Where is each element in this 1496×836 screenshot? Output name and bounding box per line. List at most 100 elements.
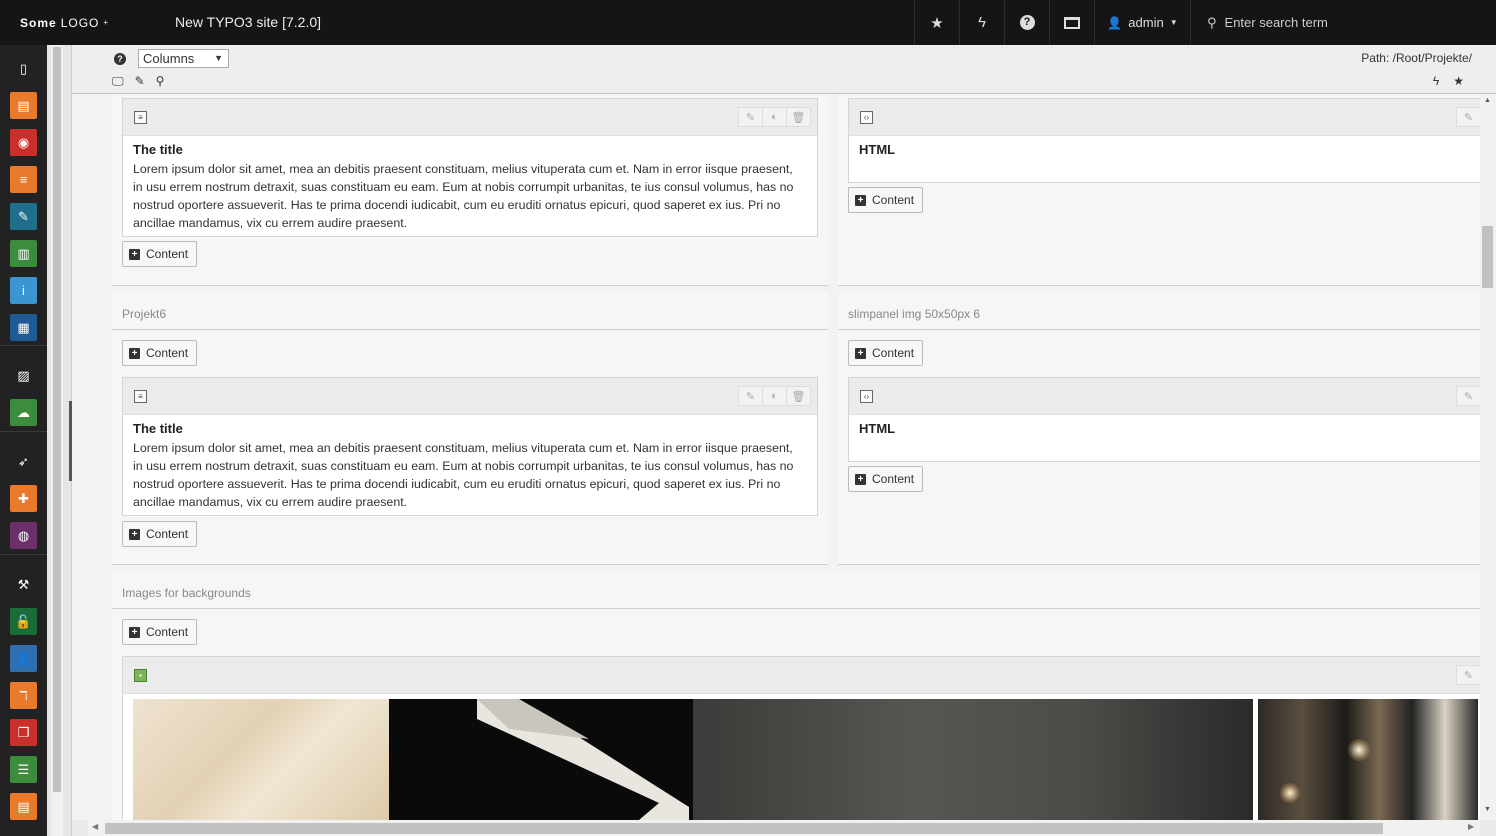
typo3-module[interactable]: ℸ bbox=[10, 682, 37, 709]
template-module[interactable]: ▦ bbox=[10, 314, 37, 341]
scroll-up-icon[interactable]: ▲ bbox=[1484, 97, 1491, 104]
new-content-button[interactable]: + Content bbox=[122, 619, 198, 645]
scrollbar-thumb[interactable] bbox=[105, 823, 1383, 834]
scroll-right-icon[interactable]: ▶ bbox=[1468, 822, 1474, 831]
extension-module[interactable]: ✚ bbox=[10, 485, 37, 512]
user-menu[interactable]: 👤 admin ▼ bbox=[1094, 0, 1190, 45]
view-module[interactable]: ▤ bbox=[10, 92, 37, 119]
new-content-button[interactable]: + Content bbox=[122, 521, 198, 547]
bookmarks-button[interactable]: ★ bbox=[914, 0, 959, 45]
content-element-actions: ✎ ◐ 🗑 bbox=[738, 107, 811, 127]
logo-text: LOGO bbox=[60, 15, 100, 30]
content-element-header: ▪ ✎ bbox=[123, 657, 1480, 694]
pencil-icon: ✎ bbox=[745, 390, 756, 403]
pencil-icon: ✎ bbox=[1463, 390, 1474, 403]
toggle-visibility-button[interactable]: ◐ bbox=[762, 386, 787, 406]
help-button[interactable]: ? bbox=[1004, 0, 1049, 45]
wizard-module-icon: ✎ bbox=[18, 208, 29, 224]
edit-button[interactable]: ✎ bbox=[1456, 386, 1480, 406]
edit-button[interactable]: ✎ bbox=[1456, 107, 1480, 127]
content-scrollbar-horizontal[interactable]: ◀ ▶ bbox=[88, 820, 1480, 836]
logo[interactable]: Some LOGO + bbox=[0, 0, 160, 45]
wizard-module[interactable]: ✎ bbox=[10, 203, 37, 230]
breadcrumb: Path: /Root/Projekte/ bbox=[1361, 51, 1472, 65]
plugin-module[interactable]: ⚒ bbox=[10, 571, 37, 598]
search-icon[interactable]: ⚲ bbox=[156, 74, 165, 89]
docheader-buttons-right: ϟ ★ bbox=[1433, 74, 1464, 88]
edit-button[interactable]: ✎ bbox=[1456, 665, 1480, 685]
users-module[interactable]: 👤 bbox=[10, 645, 37, 672]
info-module[interactable]: i bbox=[10, 277, 37, 304]
reports-module[interactable]: ▥ bbox=[10, 240, 37, 267]
access-module-icon: 🔓 bbox=[15, 613, 32, 629]
view-select[interactable]: Columns ▼ bbox=[138, 49, 229, 68]
clear-cache-button[interactable]: ϟ bbox=[959, 0, 1004, 45]
edit-button[interactable]: ✎ bbox=[738, 386, 763, 406]
scroll-left-icon[interactable]: ◀ bbox=[92, 822, 98, 831]
scroll-down-icon[interactable]: ▼ bbox=[1484, 806, 1491, 813]
docheader-buttons-left: 🖵 ✎ ⚲ bbox=[112, 74, 164, 89]
filelist-module-icon: ▨ bbox=[17, 367, 30, 383]
content-element-actions: ✎ bbox=[1456, 107, 1480, 127]
system-info-button[interactable] bbox=[1049, 0, 1094, 45]
tree-scrollbar[interactable] bbox=[51, 45, 63, 836]
toggle-visibility-button[interactable]: ◐ bbox=[762, 107, 787, 127]
list-icon bbox=[1064, 16, 1080, 29]
star-icon[interactable]: ★ bbox=[1453, 74, 1464, 88]
new-content-button[interactable]: + Content bbox=[848, 187, 924, 213]
tree-scrollbar-thumb[interactable] bbox=[53, 47, 61, 792]
docs-module[interactable]: ❐ bbox=[10, 719, 37, 746]
column-header-divider bbox=[112, 329, 828, 330]
plus-icon: + bbox=[855, 194, 866, 206]
content-element-title: HTML bbox=[859, 142, 896, 157]
new-content-label: Content bbox=[146, 625, 189, 639]
new-content-label: Content bbox=[872, 346, 915, 360]
launch-module[interactable]: ➶ bbox=[10, 448, 37, 475]
architecture-image bbox=[389, 699, 693, 820]
delete-button[interactable]: 🗑 bbox=[786, 107, 811, 127]
db-module[interactable]: ☰ bbox=[10, 756, 37, 783]
module-group-divider bbox=[0, 554, 47, 555]
bolt-icon[interactable]: ϟ bbox=[1433, 74, 1439, 88]
delete-button[interactable]: 🗑 bbox=[786, 386, 811, 406]
bolt-icon: ϟ bbox=[978, 14, 986, 31]
list-module[interactable]: ≡ bbox=[10, 166, 37, 193]
avatar-icon: 👤 bbox=[1107, 15, 1123, 30]
pencil-icon[interactable]: ✎ bbox=[135, 74, 145, 89]
pencil-icon: ✎ bbox=[745, 111, 756, 124]
text-type-icon: ≡ bbox=[134, 390, 147, 403]
pencil-icon: ✎ bbox=[1463, 669, 1474, 682]
html-type-icon: ‹› bbox=[860, 111, 873, 124]
typo3-backend: Some LOGO + New TYPO3 site [7.2.0] ★ ϟ ?… bbox=[0, 0, 1496, 836]
module-group-divider bbox=[0, 431, 47, 432]
search-input[interactable]: Enter search term bbox=[1225, 15, 1328, 30]
preview-module[interactable]: ◉ bbox=[10, 129, 37, 156]
new-content-button[interactable]: + Content bbox=[122, 340, 198, 366]
live-search[interactable]: ⚲ Enter search term bbox=[1190, 0, 1496, 45]
notes-module[interactable]: ▤ bbox=[10, 793, 37, 820]
new-content-button[interactable]: + Content bbox=[122, 241, 198, 267]
site-title[interactable]: New TYPO3 site [7.2.0] bbox=[175, 0, 321, 45]
topbar: Some LOGO + New TYPO3 site [7.2.0] ★ ϟ ?… bbox=[0, 0, 1496, 45]
cloud-module[interactable]: ☁ bbox=[10, 399, 37, 426]
help-icon[interactable]: ? bbox=[114, 51, 126, 65]
desktop-icon[interactable]: 🖵 bbox=[112, 74, 124, 89]
scrollbar-thumb[interactable] bbox=[1482, 226, 1493, 288]
access-module[interactable]: 🔓 bbox=[10, 608, 37, 635]
logo-bold: Some bbox=[20, 15, 57, 30]
filelist-module[interactable]: ▨ bbox=[10, 362, 37, 389]
new-content-button[interactable]: + Content bbox=[848, 466, 924, 492]
page-module[interactable]: ▯ bbox=[10, 55, 37, 82]
plus-icon: + bbox=[129, 626, 140, 638]
column-divider bbox=[112, 285, 828, 286]
new-content-button[interactable]: + Content bbox=[848, 340, 924, 366]
toolbar: ★ ϟ ? 👤 admin ▼ ⚲ Enter search term bbox=[914, 0, 1496, 45]
view-select-value: Columns bbox=[143, 51, 195, 66]
content-element-html: ‹› ✎ HTML bbox=[848, 377, 1480, 462]
typo3-module-icon: ℸ bbox=[19, 687, 28, 703]
globe-module[interactable]: ◍ bbox=[10, 522, 37, 549]
toggle-icon: ◐ bbox=[771, 111, 778, 123]
column-title: Projekt6 bbox=[122, 307, 167, 321]
content-scrollbar-vertical[interactable]: ▲ ▼ bbox=[1480, 94, 1496, 820]
edit-button[interactable]: ✎ bbox=[738, 107, 763, 127]
